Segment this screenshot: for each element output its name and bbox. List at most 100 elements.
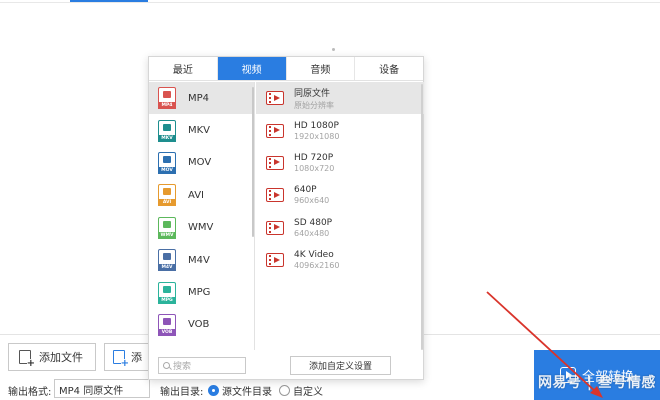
wmv-file-icon: WMV — [158, 216, 176, 239]
file-type-band: M4V — [158, 264, 176, 272]
radio-checked-icon — [208, 385, 219, 396]
add-folder-icon — [113, 350, 129, 369]
add-file-button[interactable]: 添加文件 — [8, 343, 96, 371]
search-placeholder: 搜索 — [173, 362, 192, 372]
file-type-band: VOB — [158, 328, 176, 336]
tab-recent[interactable]: 最近 — [149, 57, 218, 80]
add-file-label: 添加文件 — [39, 351, 83, 364]
top-divider — [0, 2, 660, 3]
format-item-wmv[interactable]: WMV WMV — [149, 212, 254, 244]
tab-audio[interactable]: 音频 — [287, 57, 356, 80]
format-search-input[interactable]: 搜索 — [158, 357, 246, 374]
video-film-icon — [266, 220, 284, 235]
format-list-scrollbar[interactable] — [252, 87, 254, 237]
resolution-text: HD 1080P 1920x1080 — [294, 121, 339, 141]
dir-option-custom-label: 自定义 — [293, 387, 323, 398]
file-glyph — [163, 285, 171, 293]
file-type-band: MKV — [158, 134, 176, 142]
watermark: 网易号 | 叁号情感 — [538, 375, 656, 391]
file-glyph — [163, 253, 171, 261]
resolution-text: SD 480P 640x480 — [294, 218, 332, 238]
dir-option-source-label: 源文件目录 — [222, 387, 272, 398]
resolution-size: 1080x720 — [294, 163, 335, 173]
tab-device[interactable]: 设备 — [355, 57, 423, 80]
radio-unchecked-icon — [279, 385, 290, 396]
resolution-list-scrollbar[interactable] — [421, 84, 423, 350]
resolution-item[interactable]: 4K Video 4096x2160 — [256, 244, 424, 276]
file-glyph — [163, 220, 171, 228]
format-item-avi[interactable]: AVI AVI — [149, 179, 254, 211]
format-label: WMV — [188, 222, 214, 234]
resolution-name: 同原文件 — [294, 88, 331, 99]
file-type-band: WMV — [158, 231, 176, 239]
format-item-m4v[interactable]: M4V M4V — [149, 244, 254, 276]
format-item-vob[interactable]: VOB VOB — [149, 309, 254, 341]
resolution-name: 640P — [294, 185, 317, 196]
file-type-band: MP4 — [158, 102, 176, 110]
resolution-text: 同原文件 原始分辨率 — [294, 86, 334, 111]
vob-file-icon: VOB — [158, 313, 176, 336]
video-film-icon — [266, 253, 284, 268]
add-custom-setting-button[interactable]: 添加自定义设置 — [290, 356, 391, 375]
resolution-name: 4K Video — [294, 250, 334, 261]
resolution-name: HD 720P — [294, 152, 334, 163]
resolution-text: 4K Video 4096x2160 — [294, 250, 339, 270]
file-glyph — [163, 123, 171, 131]
video-film-icon — [266, 188, 284, 203]
mp4-file-icon: MP4 — [158, 87, 176, 110]
resolution-text: HD 720P 1080x720 — [294, 153, 334, 173]
file-glyph — [163, 317, 171, 325]
format-tabs: 最近 视频 音频 设备 — [149, 57, 423, 81]
m4v-file-icon: M4V — [158, 249, 176, 272]
file-glyph — [163, 91, 171, 99]
resolution-size: 640x480 — [294, 228, 330, 238]
format-item-mkv[interactable]: MKV MKV — [149, 114, 254, 146]
avi-file-icon: AVI — [158, 184, 176, 207]
resolution-size: 原始分辨率 — [294, 100, 334, 110]
resolution-size: 4096x2160 — [294, 261, 340, 271]
resolution-text: 640P 960x640 — [294, 185, 329, 205]
format-label: VOB — [188, 319, 210, 331]
resolution-item[interactable]: 同原文件 原始分辨率 — [256, 82, 424, 115]
drop-area-dot — [332, 48, 335, 51]
resolution-size: 960x640 — [294, 196, 330, 206]
file-type-band: MPG — [158, 296, 176, 304]
mov-file-icon: MOV — [158, 151, 176, 174]
format-label: MP4 — [188, 92, 210, 104]
add-file-icon — [19, 350, 35, 369]
resolution-item[interactable]: HD 1080P 1920x1080 — [256, 114, 424, 146]
resolution-name: SD 480P — [294, 217, 333, 228]
file-glyph — [163, 188, 171, 196]
add-folder-button[interactable]: 添 — [104, 343, 152, 371]
format-label: MKV — [188, 125, 211, 137]
resolution-item[interactable]: SD 480P 640x480 — [256, 212, 424, 244]
resolution-item[interactable]: 640P 960x640 — [256, 179, 424, 211]
output-format-select[interactable]: MP4 同原文件 — [54, 379, 150, 398]
tab-video[interactable]: 视频 — [217, 57, 287, 80]
dir-option-source[interactable]: 源文件目录 — [208, 383, 272, 398]
add-folder-label: 添 — [131, 351, 142, 364]
format-label: MOV — [188, 157, 212, 169]
file-glyph — [163, 155, 171, 163]
format-popup: 最近 视频 音频 设备 MP4 MP4 MKV MKV MOV MOV AVI AVI WMV W… — [148, 56, 424, 380]
resolution-size: 1920x1080 — [294, 131, 340, 141]
format-label: MPG — [188, 287, 211, 299]
resolution-list: 同原文件 原始分辨率 HD 1080P 1920x1080 HD 720P 1080x72… — [256, 82, 424, 350]
format-item-mpg[interactable]: MPG MPG — [149, 276, 254, 308]
file-type-band: MOV — [158, 166, 176, 174]
video-film-icon — [266, 155, 284, 170]
mkv-file-icon: MKV — [158, 119, 176, 142]
file-type-band: AVI — [158, 199, 176, 207]
output-format-label: 输出格式: — [8, 387, 52, 398]
output-dir-label: 输出目录: — [160, 387, 204, 398]
format-list: MP4 MP4 MKV MKV MOV MOV AVI AVI WMV WMV M4V M4V MPG M… — [149, 82, 255, 350]
video-film-icon — [266, 91, 284, 106]
resolution-name: HD 1080P — [294, 120, 339, 131]
format-label: M4V — [188, 254, 210, 266]
search-icon — [163, 362, 170, 369]
format-item-mov[interactable]: MOV MOV — [149, 147, 254, 179]
video-film-icon — [266, 123, 284, 138]
dir-option-custom[interactable]: 自定义 — [279, 383, 323, 398]
resolution-item[interactable]: HD 720P 1080x720 — [256, 147, 424, 179]
format-item-mp4[interactable]: MP4 MP4 — [149, 82, 254, 115]
